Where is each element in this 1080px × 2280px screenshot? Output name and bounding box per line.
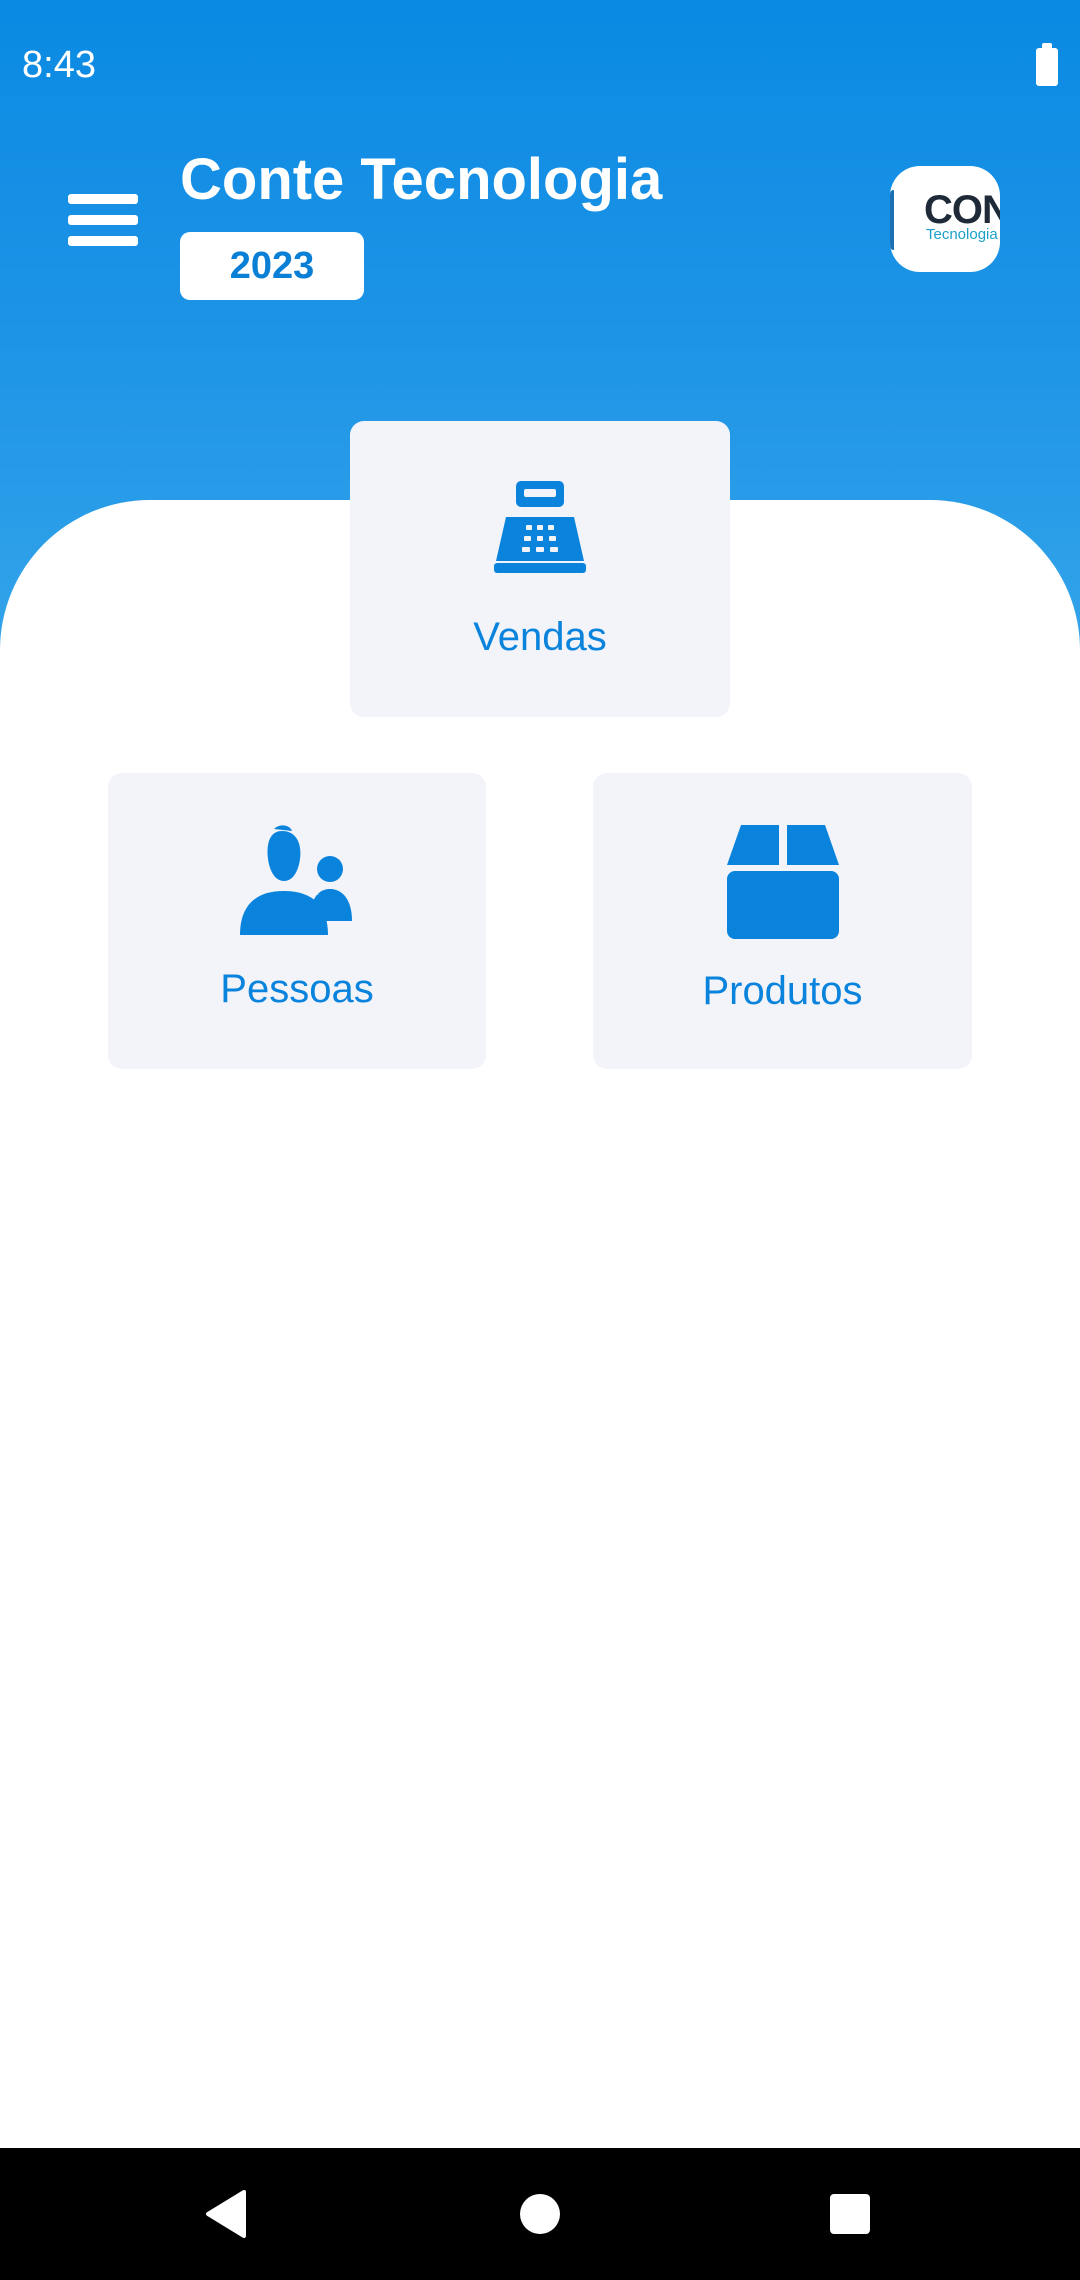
menu-icon-bar bbox=[68, 215, 138, 225]
tile-label-produtos: Produtos bbox=[702, 969, 863, 1013]
menu-button[interactable] bbox=[68, 192, 140, 248]
logo-ring bbox=[890, 190, 900, 250]
box-icon bbox=[727, 825, 839, 939]
recents-icon[interactable] bbox=[828, 2192, 872, 2236]
app-title: Conte Tecnologia bbox=[180, 147, 663, 212]
status-time: 8:43 bbox=[22, 44, 96, 86]
tile-label-vendas: Vendas bbox=[473, 615, 607, 659]
users-icon bbox=[240, 825, 352, 935]
year-badge[interactable]: 2023 bbox=[180, 232, 364, 300]
content-sheet bbox=[0, 500, 1080, 2280]
tile-pessoas[interactable]: Pessoas bbox=[108, 773, 486, 1069]
screen: 8:43 Conte Tecnologia 2023 CON Tecnologi… bbox=[0, 0, 1080, 2280]
tile-label-pessoas: Pessoas bbox=[220, 967, 374, 1011]
menu-icon-bar bbox=[68, 236, 138, 246]
back-icon[interactable] bbox=[204, 2190, 248, 2238]
battery-icon bbox=[1036, 43, 1058, 86]
menu-icon-bar bbox=[68, 194, 138, 204]
tile-vendas[interactable]: Vendas bbox=[350, 421, 730, 717]
tile-produtos[interactable]: Produtos bbox=[593, 773, 972, 1069]
home-icon[interactable] bbox=[518, 2192, 562, 2236]
cash-register-icon bbox=[494, 481, 586, 573]
logo-text-sub: Tecnologia bbox=[926, 226, 998, 243]
system-navigation-bar bbox=[0, 2148, 1080, 2280]
company-logo-avatar[interactable]: CON Tecnologia bbox=[890, 166, 1000, 272]
